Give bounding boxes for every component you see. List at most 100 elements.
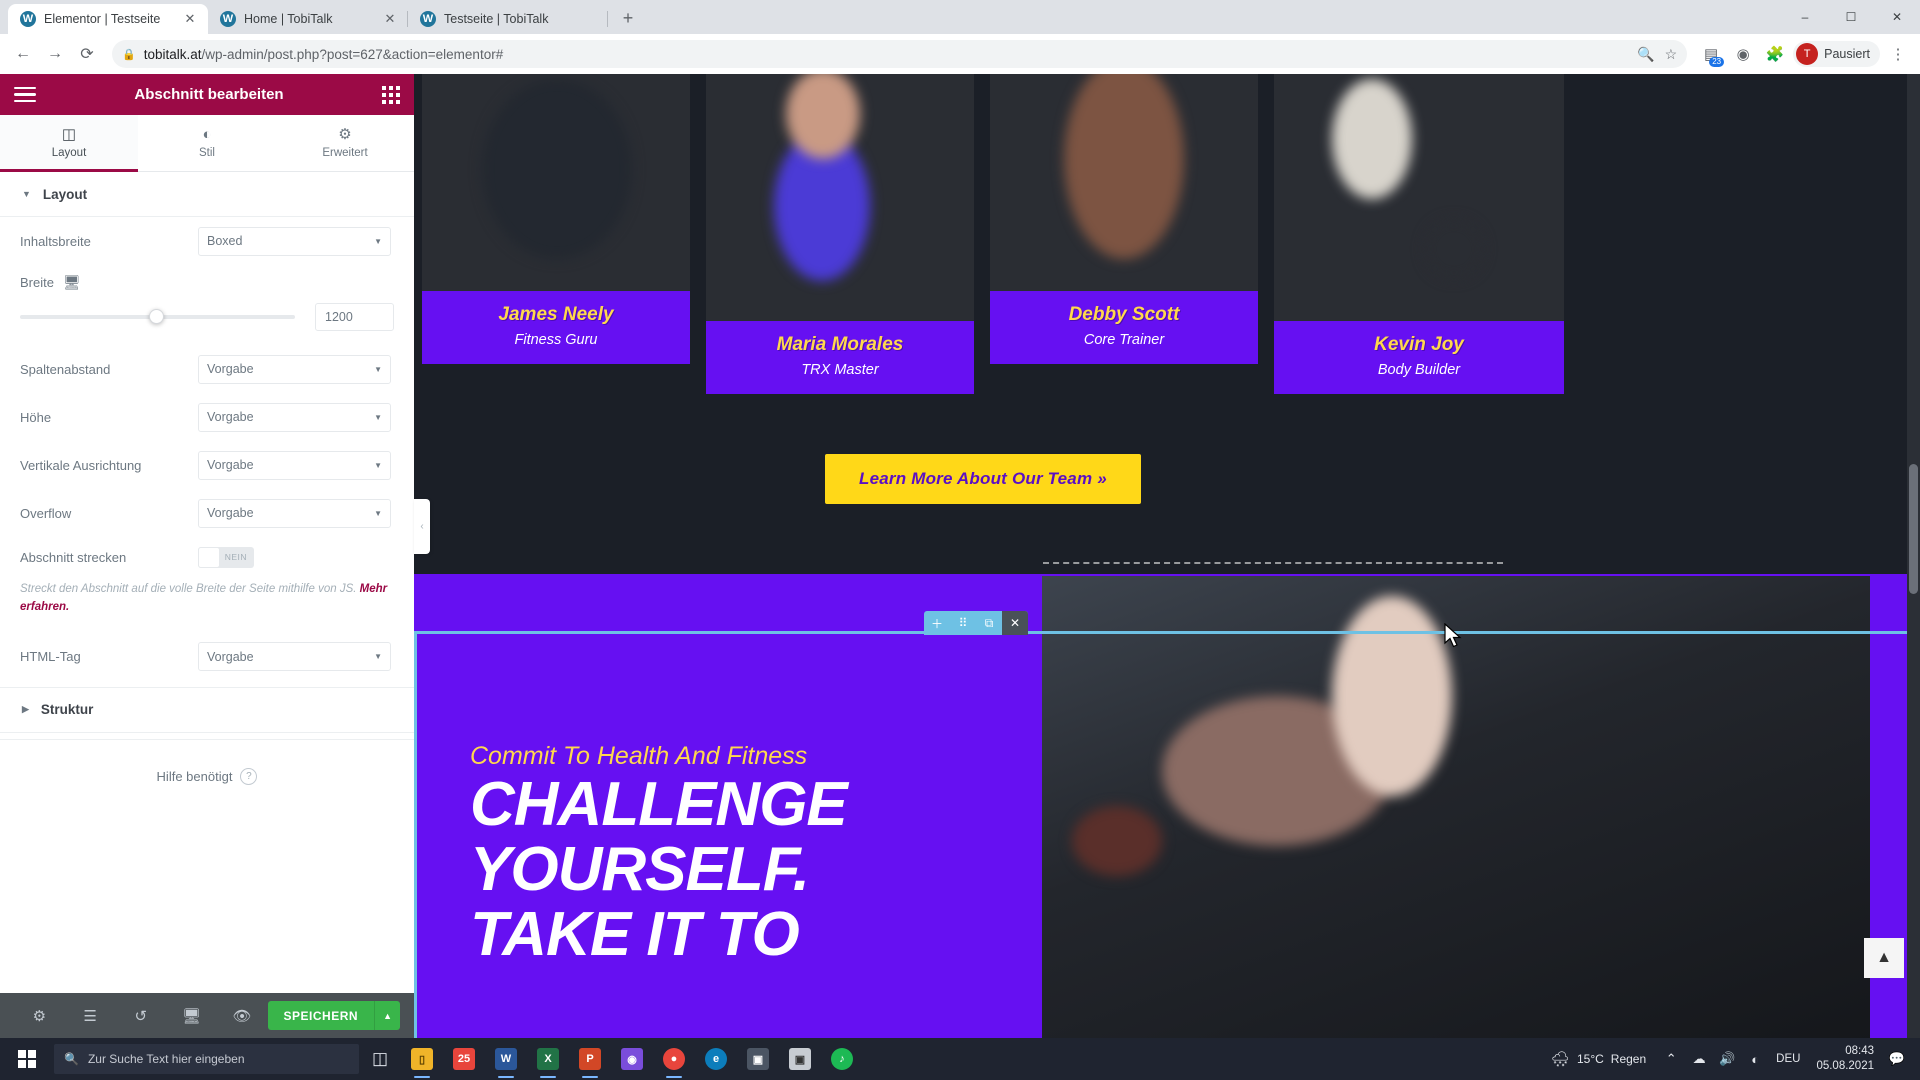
grid-apps-icon[interactable] <box>382 85 400 104</box>
section-header-struktur[interactable]: ▶ Struktur <box>0 688 414 733</box>
show-hidden-icons[interactable]: ⌃ <box>1658 1038 1684 1080</box>
powerpoint-icon[interactable]: P <box>569 1038 611 1080</box>
section-selection-border <box>414 631 1920 634</box>
tab-erweitert[interactable]: ⚙ Erweitert <box>276 115 414 171</box>
word-icon[interactable]: W <box>485 1038 527 1080</box>
breite-number-input[interactable]: 1200 <box>315 303 394 331</box>
zoom-icon[interactable]: 🔍 <box>1637 46 1654 63</box>
duplicate-icon[interactable]: ⧉ <box>976 611 1002 635</box>
inhaltsbreite-select[interactable]: Boxed ▼ <box>198 226 391 256</box>
avatar: T <box>1796 43 1819 65</box>
browser-tab-0[interactable]: W Elementor | Testseite ✕ <box>8 4 208 34</box>
puzzle-extensions-icon[interactable]: 🧩 <box>1761 40 1789 68</box>
extension-icon[interactable]: ▤ 23 <box>1697 40 1725 68</box>
browser-tab-1[interactable]: W Home | TobiTalk ✕ <box>208 4 408 34</box>
task-view-icon[interactable]: ◫ <box>359 1038 401 1080</box>
browser-tab-2[interactable]: W Testseite | TobiTalk <box>408 4 608 34</box>
question-circle-icon[interactable]: ? <box>240 767 258 785</box>
edge-icon[interactable]: e <box>695 1038 737 1080</box>
tab-layout[interactable]: ◫ Layout <box>0 115 138 172</box>
panel-collapse-handle[interactable]: ‹ <box>414 499 430 554</box>
save-button[interactable]: SPEICHERN <box>267 1001 375 1030</box>
tab-stil[interactable]: ◐ Stil <box>138 115 276 171</box>
drag-handle-icon[interactable]: ⠿ <box>950 611 976 635</box>
weather-text: Regen <box>1610 1052 1647 1066</box>
onedrive-icon[interactable]: ☁ <box>1686 1038 1712 1080</box>
canvas-scrollbar[interactable] <box>1907 74 1920 1038</box>
taskbar-search-input[interactable]: 🔍 Zur Suche Text hier eingeben <box>54 1044 359 1074</box>
star-icon[interactable]: ☆ <box>1665 46 1678 63</box>
overflow-select[interactable]: Vorgabe ▼ <box>198 498 391 528</box>
html-tag-select[interactable]: Vorgabe ▼ <box>198 642 391 672</box>
excel-icon[interactable]: X <box>527 1038 569 1080</box>
photos-icon[interactable]: ▣ <box>779 1038 821 1080</box>
taskbar-clock[interactable]: 08:43 05.08.2021 <box>1808 1044 1882 1074</box>
preview-eye-icon[interactable]: 👁 <box>217 1007 268 1025</box>
delete-close-icon[interactable]: ✕ <box>1002 611 1028 635</box>
team-card[interactable]: Maria Morales TRX Master <box>706 74 974 394</box>
close-window-button[interactable]: ✕ <box>1874 0 1920 34</box>
vertikale-ausrichtung-select[interactable]: Vorgabe ▼ <box>198 450 391 480</box>
settings-gear-icon[interactable]: ⚙ <box>14 1007 65 1025</box>
new-tab-button[interactable]: + <box>614 4 642 32</box>
team-card[interactable]: Kevin Joy Body Builder <box>1274 74 1564 394</box>
network-icon[interactable]: ◐ <box>1742 1038 1768 1080</box>
grammarly-icon[interactable]: ◉ <box>1729 40 1757 68</box>
screenshot-icon[interactable]: ▣ <box>737 1038 779 1080</box>
save-options-caret[interactable]: ▲ <box>374 1001 401 1030</box>
breite-slider-row: 1200 <box>0 299 414 345</box>
breite-slider[interactable] <box>20 309 295 324</box>
minimize-button[interactable]: – <box>1782 0 1828 34</box>
help-needed[interactable]: Hilfe benötigt ? <box>0 740 414 813</box>
weather-widget[interactable]: 🌨 15°C Regen <box>1547 1050 1656 1068</box>
toggle-knob <box>198 546 220 568</box>
control-overflow: Overflow Vorgabe ▼ <box>0 489 414 537</box>
section-edit-toolbar: ＋ ⠿ ⧉ ✕ <box>924 611 1028 635</box>
section-header-layout[interactable]: ▼ Layout <box>0 172 414 217</box>
address-bar[interactable]: 🔒 tobitalk.at/wp-admin/post.php?post=627… <box>112 40 1688 68</box>
history-clock-icon[interactable]: ↺ <box>115 1007 166 1025</box>
maximize-button[interactable]: ☐ <box>1828 0 1874 34</box>
back-icon[interactable]: ← <box>8 39 38 69</box>
spaltenabstand-select[interactable]: Vorgabe ▼ <box>198 354 391 384</box>
responsive-devices-icon[interactable]: 🖥 <box>166 1007 217 1025</box>
windows-start-icon[interactable] <box>4 1038 50 1080</box>
desktop-icon[interactable]: 🖥 <box>63 274 81 291</box>
control-label: Inhaltsbreite <box>20 233 91 249</box>
team-card[interactable]: James Neely Fitness Guru <box>422 74 690 364</box>
reload-icon[interactable]: ⟳ <box>72 39 102 69</box>
learn-more-button[interactable]: Learn More About Our Team » <box>825 454 1141 504</box>
hamburger-icon[interactable] <box>14 86 36 103</box>
close-icon[interactable]: ✕ <box>382 11 398 27</box>
wordpress-icon: W <box>220 11 236 27</box>
calendar-icon[interactable]: 25 <box>443 1038 485 1080</box>
clock-date: 05.08.2021 <box>1816 1060 1874 1072</box>
search-icon: 🔍 <box>64 1052 79 1066</box>
spotify-icon[interactable]: ♪ <box>821 1038 863 1080</box>
scrollbar-thumb[interactable] <box>1909 464 1918 594</box>
chevron-down-icon: ▼ <box>374 508 382 518</box>
hero-headline: CHALLENGE YOURSELF. TAKE IT TO <box>470 770 848 970</box>
forward-icon[interactable]: → <box>40 39 70 69</box>
volume-icon[interactable]: 🔊 <box>1714 1038 1740 1080</box>
notification-bell-icon[interactable]: 💬 <box>1884 1038 1910 1080</box>
url-text: tobitalk.at/wp-admin/post.php?post=627&a… <box>143 46 504 62</box>
add-section-icon[interactable]: ＋ <box>924 611 950 635</box>
file-explorer-icon[interactable]: ▯ <box>401 1038 443 1080</box>
hoehe-select[interactable]: Vorgabe ▼ <box>198 402 391 432</box>
layers-navigator-icon[interactable]: ☰ <box>65 1007 116 1025</box>
chrome-icon[interactable]: ● <box>653 1038 695 1080</box>
language-indicator[interactable]: DEU <box>1770 1053 1806 1065</box>
hero-section[interactable]: Commit To Health And Fitness CHALLENGE Y… <box>414 574 1920 1038</box>
scroll-to-top-icon[interactable]: ▲ <box>1864 938 1904 978</box>
toggle-value: NEIN <box>224 552 247 562</box>
slider-knob[interactable] <box>149 309 165 324</box>
close-icon[interactable]: ✕ <box>182 11 198 27</box>
team-caption: Debby Scott Core Trainer <box>990 291 1258 364</box>
team-card[interactable]: Debby Scott Core Trainer <box>990 74 1258 364</box>
media-icon[interactable]: ◉ <box>611 1038 653 1080</box>
profile-button[interactable]: T Pausiert <box>1793 41 1880 67</box>
abschnitt-strecken-toggle[interactable]: NEIN <box>198 546 254 568</box>
control-inhaltsbreite: Inhaltsbreite Boxed ▼ <box>0 217 414 265</box>
kebab-menu-icon[interactable]: ⋮ <box>1884 40 1912 68</box>
